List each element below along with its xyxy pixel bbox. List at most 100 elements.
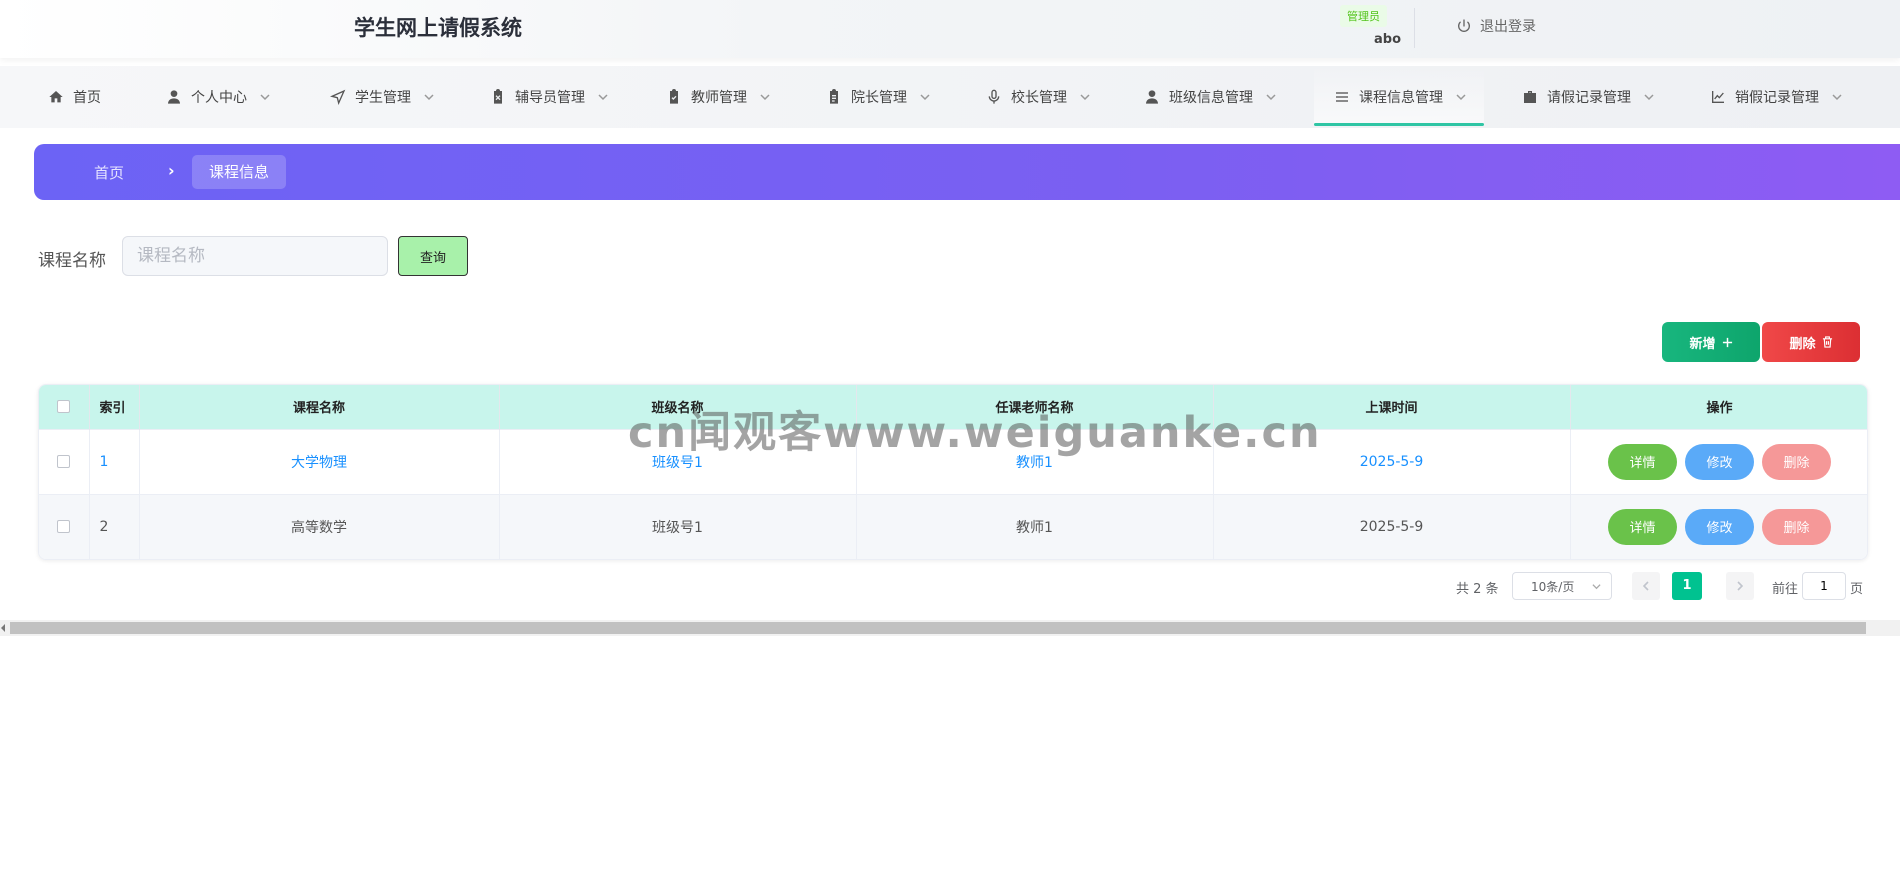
chevron-down-icon <box>1080 94 1090 101</box>
page-size-select[interactable]: 10条/页 <box>1512 572 1612 600</box>
chevron-down-icon <box>1832 94 1842 101</box>
course-name-search-input[interactable] <box>122 236 388 276</box>
nav-item-label: 销假记录管理 <box>1735 90 1819 106</box>
user-icon <box>168 90 180 104</box>
cell-teacher-name: 教师1 <box>856 428 1214 494</box>
nav-item-leave-records[interactable]: 请假记录管理 <box>1522 66 1654 128</box>
home-icon <box>49 91 63 103</box>
nav-item-personal-center[interactable]: 个人中心 <box>166 66 270 128</box>
cell-class-name: 班级号1 <box>499 428 857 494</box>
row-checkbox[interactable] <box>57 455 71 468</box>
goto-label: 前往 <box>1772 582 1799 597</box>
clipboard-x-icon <box>494 89 502 104</box>
breadcrumb: 首页 › 课程信息 <box>34 144 1900 200</box>
logout-button[interactable]: 退出登录 <box>1456 16 1536 36</box>
detail-button[interactable]: 详情 <box>1608 443 1677 480</box>
nav-item-return-records[interactable]: 销假记录管理 <box>1710 66 1842 128</box>
cell-index: 2 <box>89 493 140 559</box>
nav-item-principals[interactable]: 校长管理 <box>986 66 1090 128</box>
nav-item-deans[interactable]: 院长管理 <box>826 66 930 128</box>
nav-item-teachers[interactable]: 教师管理 <box>666 66 770 128</box>
clipboard-icon <box>830 89 838 104</box>
pagination-total: 共 2 条 <box>1456 582 1499 597</box>
microphone-icon <box>988 89 1000 104</box>
nav-item-counselors[interactable]: 辅导员管理 <box>490 66 608 128</box>
edit-button[interactable]: 修改 <box>1685 508 1754 545</box>
chevron-down-icon <box>1456 94 1466 101</box>
column-header-index: 索引 <box>89 385 140 429</box>
role-badge: 管理员 <box>1340 5 1387 27</box>
breadcrumb-separator: › <box>168 161 175 180</box>
page-number-current[interactable]: 1 <box>1672 572 1702 600</box>
cell-class-time: 2025-5-9 <box>1213 428 1571 494</box>
chevron-down-icon <box>1644 94 1654 101</box>
clipboard-check-icon <box>670 89 678 104</box>
batch-delete-label: 删除 <box>1789 336 1816 352</box>
nav-item-students[interactable]: 学生管理 <box>330 66 434 128</box>
row-checkbox-cell[interactable] <box>39 493 90 559</box>
table-header-row: 索引 课程名称 班级名称 任课老师名称 上课时间 操作 <box>39 385 1867 429</box>
user-icon <box>1146 90 1158 104</box>
trash-icon <box>1822 336 1832 348</box>
cell-class-time: 2025-5-9 <box>1213 493 1571 559</box>
nav-item-label: 校长管理 <box>1011 90 1067 106</box>
chevron-down-icon <box>598 94 608 101</box>
row-delete-button[interactable]: 删除 <box>1762 443 1831 480</box>
edit-button[interactable]: 修改 <box>1685 443 1754 480</box>
next-page-button[interactable] <box>1726 572 1754 600</box>
nav-item-label: 个人中心 <box>191 90 247 106</box>
briefcase-icon <box>1524 91 1536 103</box>
nav-item-class-info[interactable]: 班级信息管理 <box>1144 66 1276 128</box>
breadcrumb-home-link[interactable]: 首页 <box>94 162 124 183</box>
column-header-actions: 操作 <box>1570 385 1867 429</box>
search-label: 课程名称 <box>38 251 106 271</box>
nav-item-label: 学生管理 <box>355 90 411 106</box>
add-button-label: 新增 <box>1689 336 1716 352</box>
select-all-checkbox-cell[interactable] <box>39 385 90 429</box>
table-row[interactable]: 2 高等数学 班级号1 教师1 2025-5-9 详情 修改 删除 <box>39 493 1867 559</box>
chevron-down-icon <box>1266 94 1276 101</box>
nav-item-course-info[interactable]: 课程信息管理 <box>1314 66 1484 128</box>
prev-page-button[interactable] <box>1632 572 1660 600</box>
scroll-left-arrow-icon[interactable] <box>1 624 5 632</box>
nav-item-label: 课程信息管理 <box>1359 90 1443 106</box>
cell-index: 1 <box>89 428 140 494</box>
nav-item-label: 首页 <box>73 90 101 106</box>
column-header-class-name: 班级名称 <box>499 385 857 429</box>
username: abo <box>1374 32 1402 47</box>
row-checkbox-cell[interactable] <box>39 428 90 494</box>
page-suffix: 页 <box>1850 582 1864 597</box>
logout-label: 退出登录 <box>1480 19 1536 35</box>
nav-item-label: 教师管理 <box>691 90 747 106</box>
chevron-left-icon <box>1642 581 1649 591</box>
content-panel: 课程名称 查询 新增 删除 索引 课程名称 班级名称 任课老师名称 上课时间 <box>18 216 1890 616</box>
row-delete-button[interactable]: 删除 <box>1762 508 1831 545</box>
chevron-down-icon <box>760 94 770 101</box>
chart-line-icon <box>1712 91 1724 103</box>
top-header: 学生网上请假系统 管理员 abo 退出登录 <box>0 0 1900 58</box>
select-all-checkbox[interactable] <box>57 400 71 414</box>
nav-item-home[interactable]: 首页 <box>48 66 101 128</box>
detail-button[interactable]: 详情 <box>1608 508 1677 545</box>
scrollbar-thumb[interactable] <box>10 622 1866 634</box>
search-button[interactable]: 查询 <box>398 236 468 276</box>
horizontal-scrollbar[interactable] <box>0 620 1900 636</box>
cell-actions: 详情 修改 删除 <box>1570 493 1867 559</box>
batch-delete-button[interactable]: 删除 <box>1762 322 1860 362</box>
main-nav: 首页 个人中心 学生管理 辅导员管理 教师管理 院长管理 校长管理 班级信息管理… <box>0 66 1900 128</box>
cell-actions: 详情 修改 删除 <box>1570 428 1867 494</box>
column-header-course-name: 课程名称 <box>139 385 500 429</box>
chevron-down-icon <box>260 94 270 101</box>
row-checkbox[interactable] <box>57 520 71 534</box>
nav-item-label: 院长管理 <box>851 90 907 106</box>
nav-item-label: 辅导员管理 <box>515 90 585 106</box>
chevron-down-icon <box>424 94 434 101</box>
goto-page-input[interactable] <box>1802 572 1846 600</box>
plus-icon <box>1722 337 1732 347</box>
table-row[interactable]: 1 大学物理 班级号1 教师1 2025-5-9 详情 修改 删除 <box>39 428 1867 494</box>
nav-item-label: 班级信息管理 <box>1169 90 1253 106</box>
add-button[interactable]: 新增 <box>1662 322 1760 362</box>
page-size-value: 10条/页 <box>1531 580 1575 594</box>
column-header-teacher-name: 任课老师名称 <box>856 385 1214 429</box>
column-header-class-time: 上课时间 <box>1213 385 1571 429</box>
